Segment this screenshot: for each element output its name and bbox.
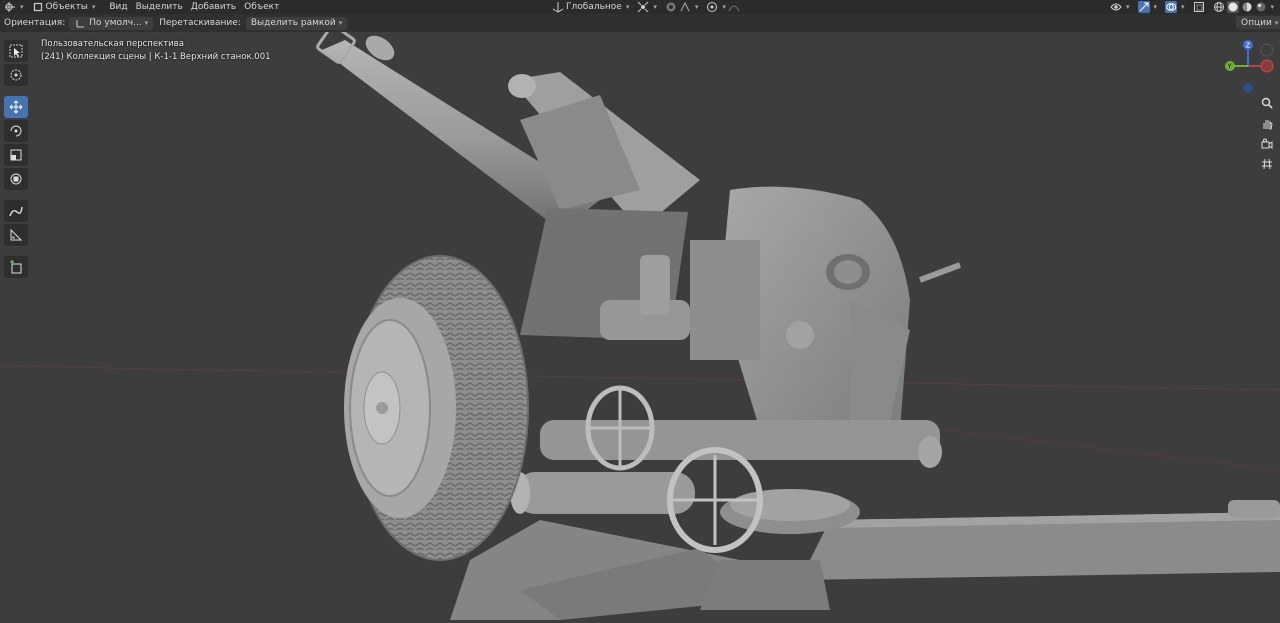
transform-tool[interactable]: [4, 168, 28, 190]
x-axis-line: [0, 365, 1280, 391]
transform-orientation-icon: [552, 1, 564, 13]
wheel: [344, 255, 529, 561]
options-label: Опции: [1241, 17, 1272, 28]
drag-label: Перетаскивание:: [159, 18, 241, 28]
viewport-header: ▾ Объекты ▾ Вид Выделить Добавить Объект …: [0, 0, 1280, 14]
shading-buttons[interactable]: ▾: [1209, 0, 1279, 14]
annotate-tool[interactable]: [4, 200, 28, 222]
zoom-button[interactable]: [1257, 95, 1277, 113]
navigation-gizmo[interactable]: Z Y: [1222, 37, 1278, 95]
grid-icon: [1261, 158, 1273, 173]
wireframe-shading-icon[interactable]: [1213, 1, 1225, 13]
tool-settings-bar: Ориентация: По умолч... ▾ Перетаскивание:…: [0, 14, 1280, 32]
hand-icon: [1261, 118, 1273, 133]
pivot-icon: [637, 1, 649, 13]
menu-view[interactable]: Вид: [105, 0, 131, 14]
gizmo-icon: [1137, 1, 1150, 13]
view-name: Пользовательская перспектива: [41, 39, 184, 49]
z-axis-label: Z: [1246, 42, 1251, 50]
mode-label: Объекты: [45, 2, 88, 12]
camera-icon: [1261, 138, 1273, 153]
model-render: [0, 24, 1280, 620]
menu-object[interactable]: Объект: [240, 0, 283, 14]
drag-select[interactable]: Выделить рамкой ▾: [245, 16, 348, 30]
tool-shelf: [4, 40, 29, 280]
overlay-icon: [1165, 1, 1178, 13]
pan-button[interactable]: [1257, 116, 1277, 134]
visibility-select[interactable]: ▾: [1106, 0, 1134, 14]
object-mode-icon: [32, 1, 44, 13]
orientation-icon: [74, 17, 86, 29]
mode-select[interactable]: Объекты ▾: [28, 0, 100, 14]
ortho-toggle-button[interactable]: [1257, 156, 1277, 174]
traverse-handwheel: [667, 447, 763, 553]
collection-info: (241) Коллекция сцены | К-1-1 Верхний ст…: [41, 52, 271, 62]
y-axis-label: Y: [1227, 63, 1233, 71]
menu-add[interactable]: Добавить: [187, 0, 240, 14]
x-axis-handle[interactable]: [1260, 59, 1274, 73]
snap-target-icon: [679, 1, 691, 13]
gizmo-toggle[interactable]: ▾: [1134, 0, 1162, 14]
editor-type-icon: [4, 1, 16, 13]
zoom-icon: [1261, 97, 1273, 112]
falloff-icon: [728, 1, 740, 13]
pivot-point-button[interactable]: ▾: [633, 0, 661, 14]
transform-orientation-select[interactable]: Глобальное ▾: [548, 0, 633, 14]
proportional-icon: [706, 1, 718, 13]
move-tool[interactable]: [4, 96, 28, 118]
editor-type-button[interactable]: ▾: [0, 0, 28, 14]
overlay-toggle[interactable]: ▾: [1161, 0, 1189, 14]
menu-select[interactable]: Выделить: [132, 0, 187, 14]
transform-orientation-label: Глобальное: [566, 2, 622, 12]
material-shading-icon[interactable]: [1241, 1, 1253, 13]
rotate-tool[interactable]: [4, 120, 28, 142]
snap-icon: [665, 1, 677, 13]
3d-viewport[interactable]: Пользовательская перспектива (241) Колле…: [0, 24, 1280, 620]
measure-tool[interactable]: [4, 224, 28, 246]
proportional-edit-toggle[interactable]: ▾: [702, 0, 744, 14]
xray-toggle[interactable]: [1189, 0, 1209, 14]
orientation-value: По умолч...: [89, 18, 142, 28]
visibility-icon: [1110, 1, 1122, 13]
neg-z-axis-handle[interactable]: [1243, 83, 1253, 93]
viewport-info: Пользовательская перспектива (241) Колле…: [41, 38, 271, 64]
rendered-shading-icon[interactable]: [1255, 1, 1267, 13]
snap-toggle[interactable]: ▾: [661, 0, 703, 14]
options-button[interactable]: Опции ▾: [1236, 16, 1280, 29]
drag-value: Выделить рамкой: [250, 18, 336, 28]
add-cube-tool[interactable]: [4, 256, 28, 278]
scale-tool[interactable]: [4, 144, 28, 166]
elevation-handwheel: [585, 385, 655, 471]
orientation-select[interactable]: По умолч... ▾: [69, 16, 154, 30]
select-box-tool[interactable]: [4, 40, 28, 62]
xray-icon: [1193, 1, 1205, 13]
camera-view-button[interactable]: [1257, 136, 1277, 154]
orientation-label: Ориентация:: [4, 18, 66, 28]
solid-shading-icon[interactable]: [1226, 1, 1239, 13]
cursor-tool[interactable]: [4, 64, 28, 86]
